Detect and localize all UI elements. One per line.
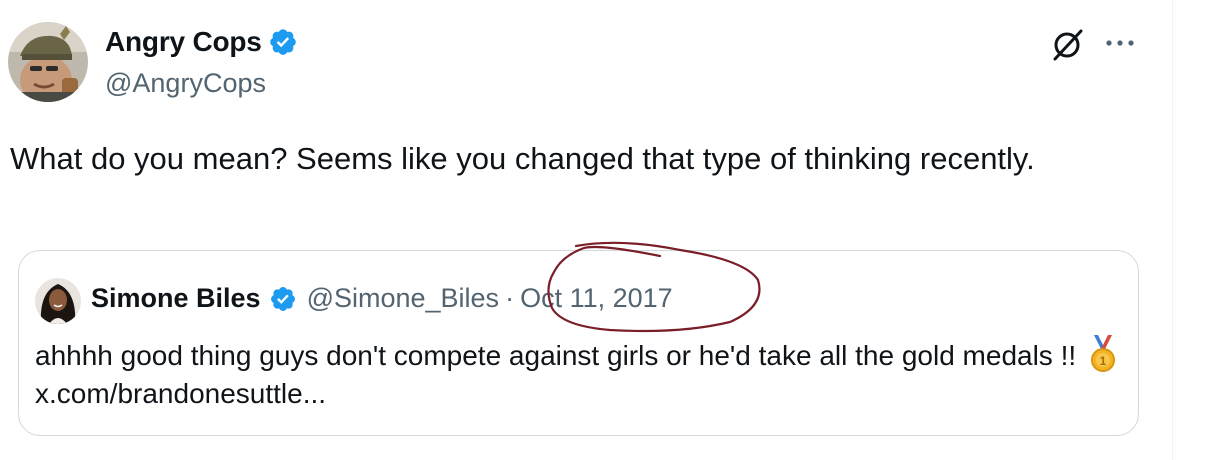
quote-author-handle[interactable]: @Simone_Biles <box>307 283 500 314</box>
more-options-icon[interactable] <box>1103 28 1137 58</box>
column-divider <box>1172 0 1173 460</box>
tweet-text: What do you mean? Seems like you changed… <box>10 141 1035 176</box>
grok-icon[interactable] <box>1050 26 1086 62</box>
verified-badge-icon <box>270 286 295 311</box>
quote-author-avatar[interactable] <box>35 278 81 324</box>
quote-link[interactable]: x.com/brandonesuttle... <box>35 378 326 409</box>
quote-body: ahhhh good thing guys don't compete agai… <box>35 340 1077 371</box>
quote-text: ahhhh good thing guys don't compete agai… <box>35 335 1125 413</box>
svg-text:1: 1 <box>1100 354 1107 368</box>
quoted-tweet-card[interactable]: Simone Biles @Simone_Biles · Oct 11, 201… <box>18 250 1139 436</box>
dot-separator: · <box>505 283 515 313</box>
quote-header: Simone Biles @Simone_Biles · Oct 11, 201… <box>91 283 673 314</box>
author-handle[interactable]: @AngryCops <box>105 68 266 99</box>
quote-timestamp[interactable]: Oct 11, 2017 <box>520 283 673 314</box>
tweet-page: Angry Cops @AngryCops What do you mean? … <box>0 0 1205 460</box>
first-place-medal-icon: 1 <box>1090 335 1115 372</box>
author-name[interactable]: Angry Cops <box>105 26 262 58</box>
verified-badge-icon <box>269 29 296 55</box>
author-name-row[interactable]: Angry Cops <box>105 26 298 58</box>
quote-author-name[interactable]: Simone Biles <box>91 283 261 314</box>
author-avatar[interactable] <box>8 22 88 102</box>
